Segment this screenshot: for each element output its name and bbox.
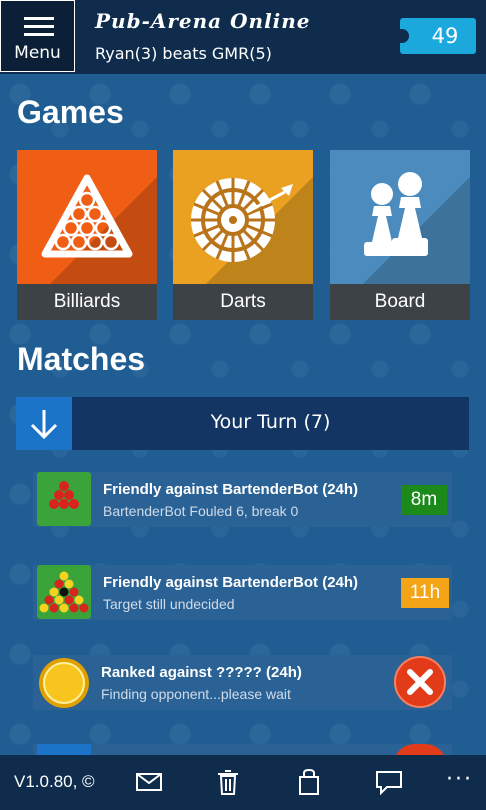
menu-button[interactable]: Menu <box>0 0 75 72</box>
dartboard-icon <box>191 178 293 262</box>
tile-label: Billiards <box>17 284 157 320</box>
latest-result: Ryan(3) beats GMR(5) <box>95 44 272 63</box>
close-icon <box>394 656 446 708</box>
arrow-down-icon <box>16 397 72 450</box>
match-item[interactable]: Friendly against BartenderBot (24h) Targ… <box>33 565 452 620</box>
coin-balance: 49 <box>431 24 459 48</box>
time-badge: 11h <box>401 578 449 608</box>
trash-icon[interactable] <box>213 769 243 795</box>
app-title: Pub-Arena Online <box>95 9 311 33</box>
match-title: Friendly against BartenderBot (24h) <box>103 481 359 498</box>
match-item[interactable]: Ranked against ????? (24h) Finding oppon… <box>33 655 452 710</box>
match-item-partial[interactable] <box>33 744 452 755</box>
version-label: V1.0.80, © <box>14 772 95 791</box>
matches-heading: Matches <box>17 341 146 377</box>
tile-label: Darts <box>173 284 313 320</box>
game-tile-board[interactable]: Board <box>330 150 470 320</box>
match-item[interactable]: Friendly against BartenderBot (24h) Bart… <box>33 472 452 527</box>
tile-label: Board <box>330 284 470 320</box>
game-tile-darts[interactable]: Darts <box>173 150 313 320</box>
menu-label: Menu <box>14 43 61 63</box>
hamburger-icon <box>24 17 54 41</box>
more-icon[interactable]: ··· <box>446 767 473 792</box>
chat-icon[interactable] <box>374 769 404 796</box>
snooker-triangle-icon <box>37 472 91 526</box>
match-title: Friendly against BartenderBot (24h) <box>103 574 359 591</box>
bottom-app-bar: V1.0.80, © ··· <box>0 755 486 810</box>
mail-icon[interactable] <box>134 769 164 795</box>
games-heading: Games <box>17 94 124 130</box>
match-status: Finding opponent...please wait <box>101 686 291 702</box>
game-tile-billiards[interactable]: Billiards <box>17 150 157 320</box>
pool-rack-icon <box>37 565 91 619</box>
match-status: BartenderBot Fouled 6, break 0 <box>103 503 299 519</box>
your-turn-filter[interactable]: Your Turn (7) <box>16 397 469 450</box>
coin-balance-button[interactable]: 49 <box>399 18 476 54</box>
match-status: Target still undecided <box>103 596 235 612</box>
cancel-match-button[interactable] <box>393 655 447 709</box>
match-title: Ranked against ????? (24h) <box>101 664 302 681</box>
billiard-rack-icon <box>41 174 133 258</box>
shopping-bag-icon[interactable] <box>294 768 324 795</box>
filter-label: Your Turn (7) <box>210 411 331 433</box>
top-bar: Menu Pub-Arena Online Ryan(3) beats GMR(… <box>0 0 486 74</box>
gold-coin-icon <box>37 655 91 709</box>
chess-pawns-icon <box>364 172 428 256</box>
time-badge: 8m <box>401 485 447 515</box>
